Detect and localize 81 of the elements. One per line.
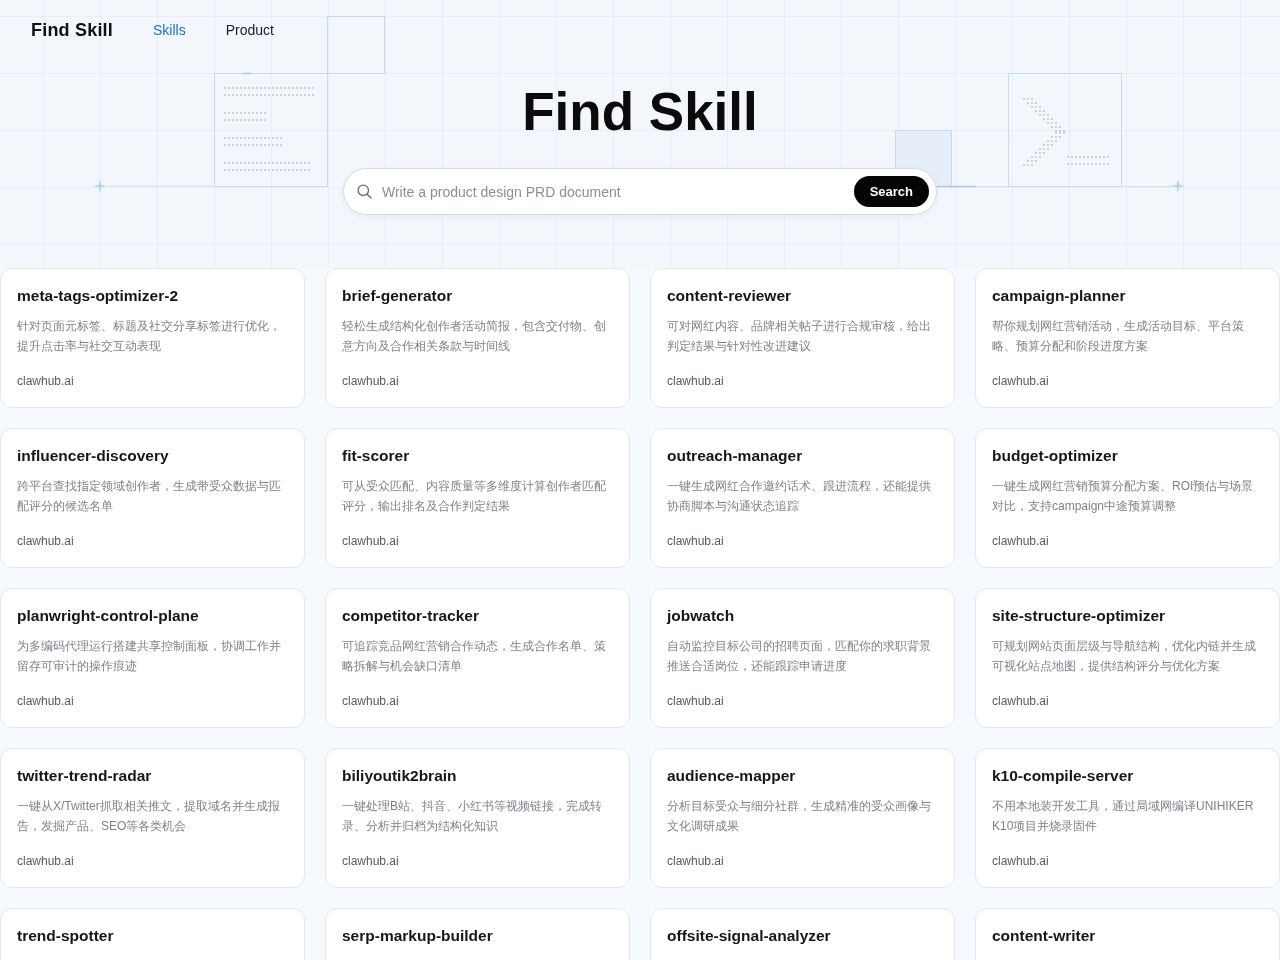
skill-source: clawhub.ai: [17, 373, 75, 390]
sparkle-icon: [1171, 179, 1185, 193]
skill-description: 分析目标受众与细分社群，生成精准的受众画像与文化调研成果: [667, 798, 932, 835]
skill-source: clawhub.ai: [342, 853, 400, 870]
skill-source: clawhub.ai: [342, 373, 400, 390]
skill-source: clawhub.ai: [992, 853, 1050, 870]
skill-name: offsite-signal-analyzer: [667, 926, 832, 946]
skill-name: site-structure-optimizer: [992, 606, 1167, 626]
search-field[interactable]: Write a product design PRD document Search: [343, 168, 937, 215]
nav-link[interactable]: Skills: [153, 22, 186, 38]
skill-description: 可从受众匹配、内容质量等多维度计算创作者匹配评分，输出排名及合作判定结果: [342, 478, 607, 515]
skill-card[interactable]: k10-compile-server 不用本地装开发工具，通过局域网编译UNIHIKER K10项目并烧录固件 clawhub.ai: [975, 748, 1280, 888]
skill-card[interactable]: budget-optimizer 一键生成网红营销预算分配方案、ROI预估与场景对比，支持campaign中途预算调整 clawhub.ai: [975, 428, 1280, 568]
skill-name: influencer-discovery: [17, 446, 170, 466]
skill-name: fit-scorer: [342, 446, 411, 466]
skill-name: brief-generator: [342, 286, 454, 306]
skill-name: twitter-trend-radar: [17, 766, 153, 786]
skill-name: jobwatch: [667, 606, 736, 626]
skill-name: content-writer: [992, 926, 1097, 946]
skill-source: clawhub.ai: [342, 693, 400, 710]
skill-name: biliyoutik2brain: [342, 766, 458, 786]
skill-name: budget-optimizer: [992, 446, 1119, 466]
skill-name: serp-markup-builder: [342, 926, 494, 946]
skill-description: 跨平台查找指定领域创作者，生成带受众数据与匹配评分的候选名单: [17, 478, 282, 515]
skill-card[interactable]: meta-tags-optimizer-2 针对页面元标签、标题及社交分享标签进行优化，提升点击率与社交互动表现 clawhub.ai: [0, 268, 305, 408]
skill-description: 不用本地装开发工具，通过局域网编译UNIHIKER K10项目并烧录固件: [992, 798, 1255, 835]
skill-card[interactable]: trend-spotter: [0, 908, 305, 960]
skill-source: clawhub.ai: [992, 533, 1050, 550]
sparkle-icon: [93, 179, 107, 193]
skill-description: 为多编码代理运行搭建共享控制面板，协调工作并留存可审计的操作痕迹: [17, 638, 282, 675]
skill-card[interactable]: site-structure-optimizer 可规划网站页面层级与导航结构，优化内链并生成可视化站点地图，提供结构评分与优化方案 clawhub.ai: [975, 588, 1280, 728]
skill-name: k10-compile-server: [992, 766, 1135, 786]
skill-card[interactable]: influencer-discovery 跨平台查找指定领域创作者，生成带受众数据与匹配评分的候选名单 clawhub.ai: [0, 428, 305, 568]
skill-description: 可规划网站页面层级与导航结构，优化内链并生成可视化站点地图，提供结构评分与优化方案: [992, 638, 1257, 675]
skill-source: clawhub.ai: [17, 853, 75, 870]
nav-link[interactable]: Product: [225, 22, 274, 38]
skill-source: clawhub.ai: [17, 533, 75, 550]
skill-description: 可对网红内容、品牌相关帖子进行合规审核，给出判定结果与针对性改进建议: [667, 318, 932, 355]
skill-card[interactable]: brief-generator 轻松生成结构化创作者活动简报，包含交付物、创意方向及合作相关条款与时间线 clawhub.ai: [325, 268, 630, 408]
skill-description: 自动监控目标公司的招聘页面，匹配你的求职背景推送合适岗位，还能跟踪申请进度: [667, 638, 932, 675]
skill-card[interactable]: content-reviewer 可对网红内容、品牌相关帖子进行合规审核，给出判定结果与针对性改进建议 clawhub.ai: [650, 268, 955, 408]
skill-description: 一键处理B站、抖音、小红书等视频链接，完成转录、分析并归档为结构化知识: [342, 798, 603, 835]
skill-card[interactable]: planwright-control-plane 为多编码代理运行搭建共享控制面板，协调工作并留存可审计的操作痕迹 clawhub.ai: [0, 588, 305, 728]
skill-card[interactable]: audience-mapper 分析目标受众与细分社群，生成精准的受众画像与文化调研成果 clawhub.ai: [650, 748, 955, 888]
hero-title: Find Skill: [522, 81, 758, 143]
search-icon: [357, 184, 372, 199]
skill-source: clawhub.ai: [667, 373, 725, 390]
skill-description: 可追踪竞品网红营销合作动态，生成合作名单、策略拆解与机会缺口清单: [342, 638, 607, 675]
skill-name: meta-tags-optimizer-2: [17, 286, 180, 306]
skill-card[interactable]: content-writer: [975, 908, 1280, 960]
skill-name: trend-spotter: [17, 926, 115, 946]
skill-name: campaign-planner: [992, 286, 1127, 306]
skill-source: clawhub.ai: [667, 533, 725, 550]
skill-card[interactable]: offsite-signal-analyzer: [650, 908, 955, 960]
skill-card[interactable]: twitter-trend-radar 一键从X/Twitter抓取相关推文，提取域名并生成报告，发掘产品、SEO等各类机会 clawhub.ai: [0, 748, 305, 888]
skill-description: 一键生成网红合作邀约话术、跟进流程，还能提供协商脚本与沟通状态追踪: [667, 478, 932, 515]
skill-description: 一键从X/Twitter抓取相关推文，提取域名并生成报告，发掘产品、SEO等各类机会: [17, 798, 281, 835]
skill-source: clawhub.ai: [667, 693, 725, 710]
skill-source: clawhub.ai: [992, 693, 1050, 710]
skill-source: clawhub.ai: [342, 533, 400, 550]
skill-source: clawhub.ai: [667, 853, 725, 870]
skill-card[interactable]: campaign-planner 帮你规划网红营销活动，生成活动目标、平台策略、预算分配和阶段进度方案 clawhub.ai: [975, 268, 1280, 408]
skill-description: 针对页面元标签、标题及社交分享标签进行优化，提升点击率与社交互动表现: [17, 318, 282, 355]
skill-description: 轻松生成结构化创作者活动简报，包含交付物、创意方向及合作相关条款与时间线: [342, 318, 607, 355]
logo[interactable]: Find Skill: [31, 19, 113, 41]
skill-description: 一键生成网红营销预算分配方案、ROI预估与场景对比，支持campaign中途预算调整: [992, 478, 1255, 515]
search-button[interactable]: Search: [853, 176, 929, 207]
skill-card[interactable]: fit-scorer 可从受众匹配、内容质量等多维度计算创作者匹配评分，输出排名及合作判定结果 clawhub.ai: [325, 428, 630, 568]
skill-card[interactable]: competitor-tracker 可追踪竞品网红营销合作动态，生成合作名单、策略拆解与机会缺口清单 clawhub.ai: [325, 588, 630, 728]
skill-card[interactable]: serp-markup-builder: [325, 908, 630, 960]
skill-card[interactable]: jobwatch 自动监控目标公司的招聘页面，匹配你的求职背景推送合适岗位，还能跟踪申请进度 clawhub.ai: [650, 588, 955, 728]
skill-source: clawhub.ai: [17, 693, 75, 710]
skill-source: clawhub.ai: [992, 373, 1050, 390]
skill-name: content-reviewer: [667, 286, 793, 306]
skill-name: planwright-control-plane: [17, 606, 200, 626]
skill-description: 帮你规划网红营销活动，生成活动目标、平台策略、预算分配和阶段进度方案: [992, 318, 1245, 355]
skill-name: competitor-tracker: [342, 606, 480, 626]
skill-card[interactable]: biliyoutik2brain 一键处理B站、抖音、小红书等视频链接，完成转录、分析并归档为结构化知识 clawhub.ai: [325, 748, 630, 888]
skill-name: audience-mapper: [667, 766, 797, 786]
skill-name: outreach-manager: [667, 446, 804, 466]
skill-card[interactable]: outreach-manager 一键生成网红合作邀约话术、跟进流程，还能提供协商脚本与沟通状态追踪 clawhub.ai: [650, 428, 955, 568]
